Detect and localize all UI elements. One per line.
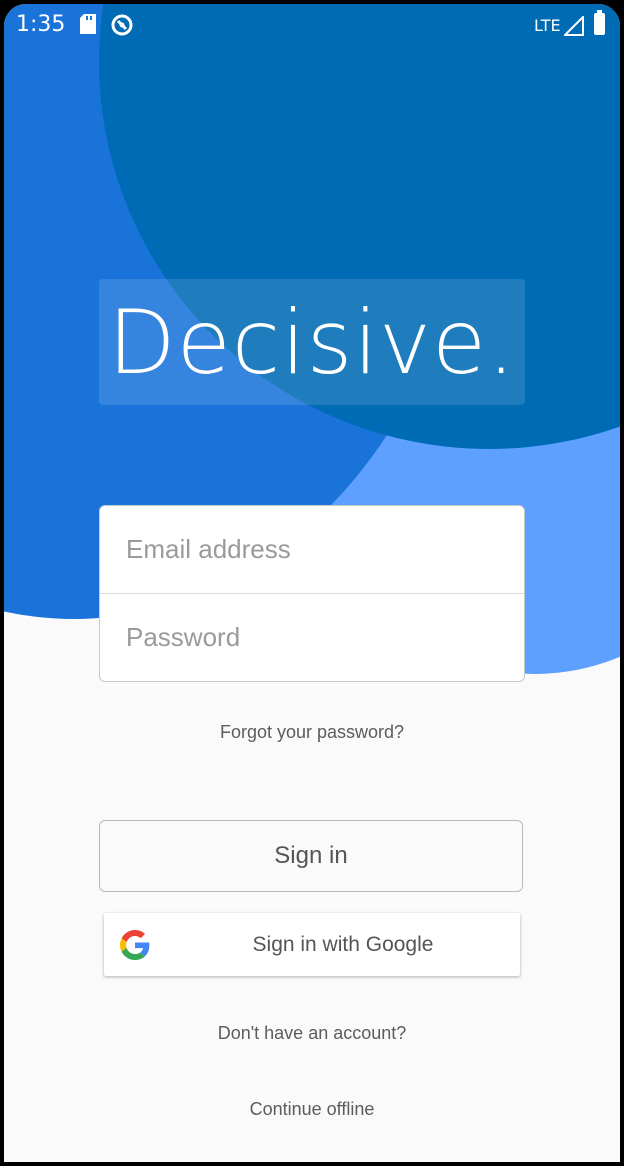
- battery-icon: [594, 10, 605, 35]
- password-field[interactable]: [100, 594, 524, 681]
- sync-icon: [110, 13, 134, 42]
- sign-in-button[interactable]: Sign in: [99, 820, 523, 892]
- status-bar: 1:35 LTE: [4, 4, 620, 48]
- sd-card-icon: [80, 14, 96, 39]
- app-screen: 1:35 LTE Decisive. Forgot your password?…: [4, 4, 620, 1162]
- continue-offline-link[interactable]: Continue offline: [4, 1099, 620, 1120]
- sign-in-label: Sign in: [274, 842, 348, 869]
- status-time: 1:35: [16, 12, 66, 37]
- app-logo: Decisive.: [99, 279, 525, 405]
- login-form: [99, 505, 525, 682]
- email-input[interactable]: [124, 533, 508, 566]
- network-type: LTE: [534, 16, 561, 35]
- google-sign-in-label: Sign in with Google: [252, 932, 434, 956]
- app-logo-text: Decisive.: [107, 290, 517, 394]
- sign-up-link[interactable]: Don't have an account?: [4, 1023, 620, 1044]
- email-field[interactable]: [100, 506, 524, 593]
- password-input[interactable]: [124, 621, 508, 654]
- signal-icon: [562, 14, 584, 41]
- forgot-password-link[interactable]: Forgot your password?: [4, 722, 620, 743]
- google-sign-in-button[interactable]: Sign in with Google: [104, 913, 520, 976]
